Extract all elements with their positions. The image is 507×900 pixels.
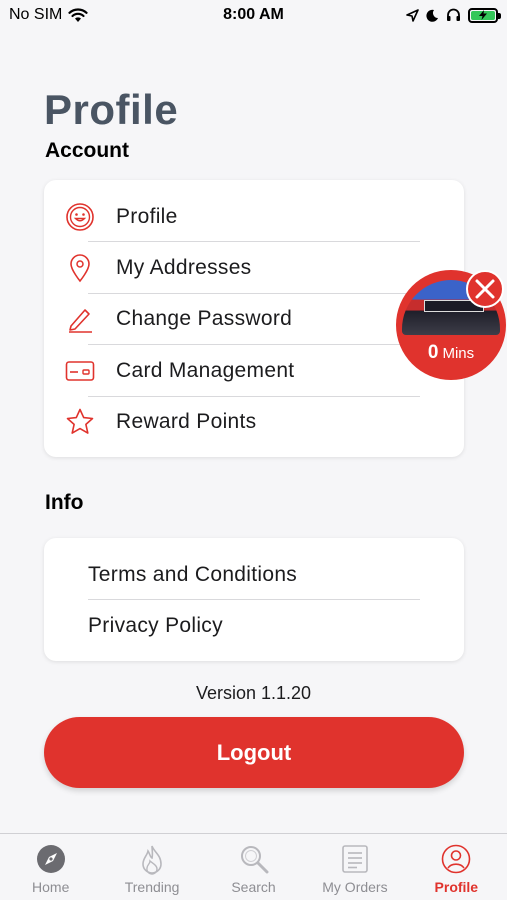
version-text: Version 1.1.20 xyxy=(195,683,312,703)
status-right xyxy=(406,7,501,23)
location-pin-icon xyxy=(44,253,116,283)
tab-my-orders[interactable]: My Orders xyxy=(304,834,405,900)
star-icon xyxy=(44,407,116,437)
search-icon xyxy=(240,846,269,874)
battery-icon xyxy=(468,7,501,23)
account-item-reward-points[interactable]: Reward Points xyxy=(44,397,464,448)
pencil-icon xyxy=(44,305,116,334)
user-icon xyxy=(442,844,471,874)
carrier-label: No SIM xyxy=(9,6,63,23)
page-title: Profile xyxy=(44,86,179,133)
moon-icon xyxy=(426,9,438,22)
info-item-privacy[interactable]: Privacy Policy xyxy=(44,600,464,651)
wifi-icon xyxy=(68,7,88,22)
tab-bar: Home Trending Search My Orders Profile xyxy=(0,833,507,900)
account-item-label: Reward Points xyxy=(116,410,257,434)
receipt-icon xyxy=(342,845,368,873)
tab-profile[interactable]: Profile xyxy=(406,834,507,900)
tab-search[interactable]: Search xyxy=(203,834,304,900)
minutes-value: 0 xyxy=(427,342,439,363)
info-section-title: Info xyxy=(45,491,84,514)
status-left: No SIM xyxy=(9,6,88,24)
info-card: Terms and Conditions Privacy Policy xyxy=(44,538,464,661)
account-item-label: Card Management xyxy=(116,358,295,382)
account-item-label: My Addresses xyxy=(116,256,252,280)
tab-label: Trending xyxy=(124,879,180,895)
tab-label: Profile xyxy=(434,879,479,895)
smiley-icon xyxy=(44,202,116,232)
flame-icon xyxy=(142,845,162,875)
account-item-label: Profile xyxy=(116,204,178,228)
charging-bolt-icon xyxy=(479,10,487,20)
account-section-title: Account xyxy=(45,139,129,162)
logout-button[interactable]: Logout xyxy=(44,717,464,788)
info-item-label: Terms and Conditions xyxy=(88,562,298,586)
tab-label: Home xyxy=(32,879,70,895)
minutes-unit: Mins xyxy=(442,345,475,362)
tab-label: My Orders xyxy=(322,879,388,895)
tab-label: Search xyxy=(231,879,276,895)
minutes-counter: 0 Mins xyxy=(396,342,506,364)
close-icon xyxy=(475,279,495,299)
credit-card-icon xyxy=(44,360,116,382)
account-item-profile[interactable]: Profile xyxy=(44,191,464,243)
battery-level xyxy=(471,10,495,20)
tab-trending[interactable]: Trending xyxy=(101,834,202,900)
info-item-terms[interactable]: Terms and Conditions xyxy=(44,549,464,601)
status-bar: No SIM 8:00 AM xyxy=(0,0,507,30)
tab-home[interactable]: Home xyxy=(0,834,101,900)
location-arrow-icon xyxy=(406,8,419,22)
compass-icon xyxy=(36,845,65,873)
account-item-label: Change Password xyxy=(116,307,293,331)
close-widget-button[interactable] xyxy=(466,270,504,308)
headphones-icon xyxy=(447,8,460,21)
info-item-label: Privacy Policy xyxy=(88,614,223,638)
account-item-addresses[interactable]: My Addresses xyxy=(44,242,464,295)
